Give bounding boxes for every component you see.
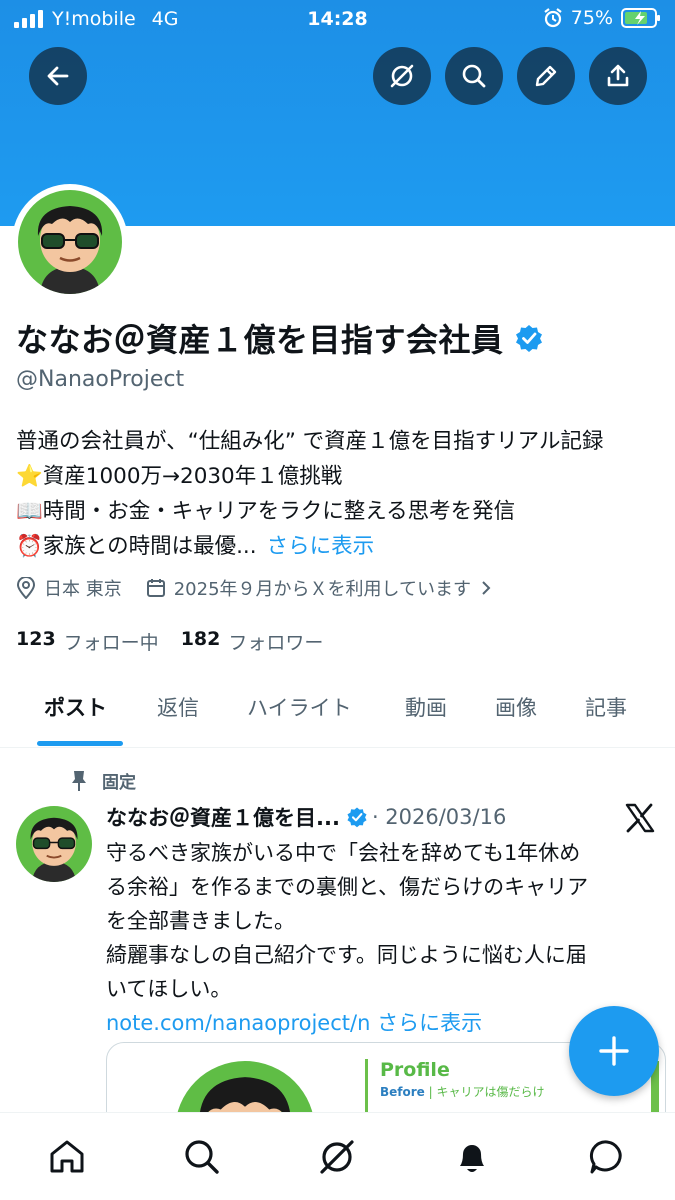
arrow-left-icon	[47, 66, 69, 86]
pin-icon	[72, 770, 86, 791]
bio-line: 普通の会社員が、“仕組み化” で資産１億を目指すリアル記録	[16, 429, 604, 454]
active-tab-indicator	[37, 741, 123, 746]
battery-percent: 75%	[570, 7, 613, 29]
grok-icon	[390, 64, 414, 88]
bottom-navigation	[0, 1112, 675, 1200]
battery-icon	[621, 8, 660, 28]
alarm-icon	[544, 8, 562, 28]
calendar-icon	[146, 579, 165, 597]
show-more-link[interactable]: さらに表示	[267, 534, 375, 559]
tab-videos[interactable]: 動画	[405, 692, 447, 722]
share-button[interactable]	[589, 47, 647, 105]
alarm-clock-icon: ⏰	[16, 534, 43, 559]
post-body: 守るべき家族がいる中で「会社を辞めても1年休め る余裕」を作るまでの裏側と、傷だ…	[106, 836, 666, 1040]
post-author-avatar[interactable]	[16, 806, 92, 882]
location-pin-icon	[16, 577, 36, 599]
pencil-icon	[535, 65, 557, 87]
bio-line: ⏰家族との時間は最優... さらに表示	[16, 534, 375, 559]
verified-badge-icon[interactable]	[514, 323, 544, 353]
search-icon	[185, 1140, 219, 1174]
book-icon: 📖	[16, 499, 43, 524]
bio-line: 📖時間・お金・キャリアをラクに整える思考を発信	[16, 499, 516, 524]
bell-icon	[460, 1145, 484, 1172]
followers-link[interactable]: 182 フォロワー	[181, 628, 324, 655]
post-author-name[interactable]: ななお＠資産１億を目...	[106, 802, 340, 832]
post-text-line: る余裕」を作るまでの裏側と、傷だらけのキャリア	[106, 875, 589, 899]
display-name: ななお＠資産１億を目指す会社員	[16, 321, 504, 359]
tab-posts[interactable]: ポスト	[44, 692, 107, 722]
nav-home[interactable]	[43, 1133, 91, 1181]
search-icon	[462, 64, 486, 88]
name-row: ななお＠資産１億を目指す会社員	[16, 315, 544, 361]
chevron-right-icon	[482, 581, 491, 595]
edit-button[interactable]	[517, 47, 575, 105]
nav-messages[interactable]	[583, 1133, 631, 1181]
post-show-more[interactable]: さらに表示	[377, 1011, 482, 1035]
follow-counts: 123 フォロー中 182 フォロワー	[16, 628, 345, 655]
nav-search[interactable]	[178, 1133, 226, 1181]
post-link[interactable]: note.com/nanaoproject/n	[106, 1011, 370, 1035]
nav-notifications[interactable]	[448, 1133, 496, 1181]
tab-highlights[interactable]: ハイライト	[247, 692, 352, 722]
home-icon	[50, 1140, 84, 1173]
post-header: ななお＠資産１億を目... · 2026/03/16	[106, 802, 506, 832]
status-bar: Y!mobile 4G 14:28 75%	[0, 0, 675, 38]
tab-articles[interactable]: 記事	[585, 692, 627, 722]
following-count: 123	[16, 628, 56, 650]
tab-images[interactable]: 画像	[495, 692, 537, 722]
search-button[interactable]	[445, 47, 503, 105]
star-icon: ⭐	[16, 464, 43, 489]
user-handle: @NanaoProject	[16, 367, 185, 392]
back-button[interactable]	[29, 47, 87, 105]
chat-bubble-icon	[589, 1140, 622, 1174]
x-logo-icon[interactable]	[624, 802, 656, 834]
bio-line: ⭐資産1000万→2030年１億挑戦	[16, 464, 343, 489]
following-link[interactable]: 123 フォロー中	[16, 628, 159, 655]
followers-label: フォロワー	[228, 632, 324, 654]
profile-tabs: ポスト 返信 ハイライト 動画 画像 記事	[0, 678, 675, 748]
share-icon	[607, 64, 629, 87]
profile-meta: 日本 東京 2025年９月からＸを利用しています	[16, 575, 525, 601]
avatar-illustration	[16, 806, 92, 882]
location: 日本 東京	[16, 575, 122, 601]
following-label: フォロー中	[63, 632, 159, 654]
profile-bio: 普通の会社員が、“仕組み化” で資産１億を目指すリアル記録 ⭐資産1000万→2…	[16, 424, 666, 564]
avatar-illustration	[18, 190, 122, 294]
profile-avatar[interactable]	[12, 184, 128, 300]
verified-badge-icon	[347, 807, 367, 828]
post-date[interactable]: · 2026/03/16	[372, 805, 506, 829]
grok-icon	[320, 1140, 354, 1174]
post-text-line: 綺麗事なしの自己紹介です。同じように悩む人に届	[106, 943, 587, 967]
grok-button[interactable]	[373, 47, 431, 105]
plus-icon	[599, 1036, 629, 1066]
post-text-line: いてほしい。	[106, 977, 232, 1001]
nav-grok[interactable]	[313, 1133, 361, 1181]
followers-count: 182	[180, 628, 221, 650]
tab-replies[interactable]: 返信	[157, 692, 199, 722]
post-text-line: 守るべき家族がいる中で「会社を辞めても1年休め	[106, 841, 581, 865]
join-date[interactable]: 2025年９月からＸを利用しています	[146, 575, 501, 601]
pinned-indicator: 固定	[70, 768, 136, 793]
post-text-line: を全部書きました。	[106, 909, 295, 933]
compose-post-button[interactable]	[569, 1006, 659, 1096]
